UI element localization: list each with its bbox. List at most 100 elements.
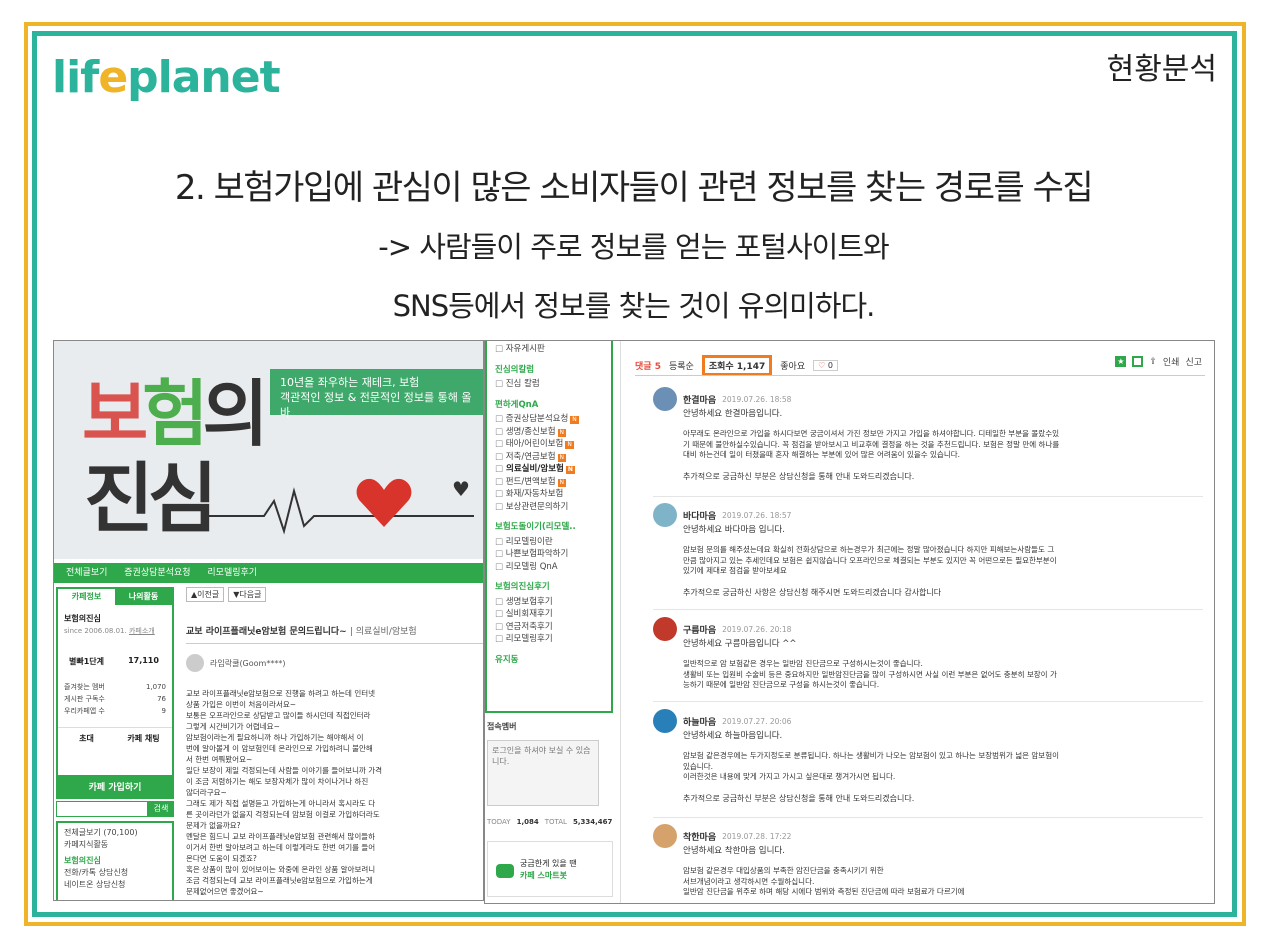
cafe-side-menu: 자유게시판 진심의칼럼 진심 칼럼 편하게QnA 증권상담분석요청N 생명/종신… (485, 341, 613, 713)
cafe-menu: 전체글보기 (70,100) 카페지식활동 보험의진심 전화/카톡 상담신청 네… (56, 821, 174, 900)
menu-section-title: 편하게QnA (495, 399, 539, 410)
menu-item[interactable]: 보상관련문의하기 (495, 501, 603, 514)
cafe-post-screenshot: 보험의 진심 10년을 좌우하는 재테크, 보험 객관적인 정보 & 전문적인 … (53, 340, 484, 901)
cafe-nav: 전체글보기 증권상담분석요청 리모델링후기 (54, 563, 483, 583)
report-link[interactable]: 신고 (1185, 355, 1202, 368)
section-label: 현황분석 (1106, 52, 1217, 87)
menu-item[interactable]: 리모델링이란 (495, 536, 603, 549)
banner-title-bottom: 진심 (84, 454, 218, 543)
menu-section-title: 보험의진심후기 (495, 582, 550, 592)
menu-item-all[interactable]: 전체글보기 (70,100) (64, 827, 166, 839)
avatar[interactable] (653, 617, 677, 641)
heart-icon (356, 478, 412, 527)
headline: 2. 보험가입에 관심이 많은 소비자들이 관련 정보를 찾는 경로를 수집 (174, 168, 1094, 208)
star-icon[interactable]: ★ (1115, 356, 1127, 367)
like-label[interactable]: 좋아요 (780, 359, 805, 372)
menu-item[interactable]: 진심 칼럼 (495, 378, 603, 391)
online-members-panel: 접속멤버 로그인을 하셔야 보실 수 있습니다. TODAY 1,084 TOTA… (487, 721, 613, 835)
sort-dropdown[interactable]: 등록순 (669, 359, 694, 372)
cafe-banner: 보험의 진심 10년을 좌우하는 재테크, 보험 객관적인 정보 & 전문적인 … (54, 341, 483, 559)
menu-item-nateon[interactable]: 네이트온 상담신청 (64, 879, 166, 891)
menu-item[interactable]: 리모델링 QnA (495, 561, 603, 574)
menu-item[interactable]: 펀드/변액보험N (495, 476, 603, 489)
smartbot-banner[interactable]: 궁금한게 있을 땐 카페 스마트봇 (487, 841, 613, 897)
cafe-name: 보험의진심 (64, 614, 101, 623)
menu-item[interactable]: 연금저축후기 (495, 621, 603, 634)
post-body: 교보 라이프플래닛e암보험으로 진행을 하려고 하는데 인터넷 상품 가입은 이… (186, 689, 383, 896)
visitor-counts: TODAY 1,084 TOTAL 5,334,467 (487, 818, 613, 826)
search-button[interactable]: 검색 (148, 801, 174, 817)
menu-item-knowledge[interactable]: 카페지식활동 (64, 839, 166, 851)
divider (653, 817, 1203, 818)
invite-button[interactable]: 초대 (58, 728, 115, 750)
ecg-line-icon (204, 487, 474, 535)
comment: 구름마음 2019.07.26. 20:18 안녕하세요 구름마음입니다 ^^ 일… (653, 617, 1203, 691)
post-area: ▲이전글 ▼다음글 교보 라이프플래닛e암보험 문의드립니다~ | 의료실비/암… (186, 587, 483, 900)
prev-post-button[interactable]: ▲이전글 (186, 587, 225, 602)
comment: 착한마음 2019.07.28. 17:22 안녕하세요 착한마음 입니다. 암보… (653, 824, 1203, 898)
menu-section-title: 진심의칼럼 (495, 364, 535, 375)
online-members-title: 접속멤버 (487, 722, 517, 731)
bookmark-icon[interactable] (1132, 356, 1144, 367)
cafe-search: 검색 (56, 801, 174, 817)
menu-section-title: 보험도돌이기(리모델.. (495, 522, 576, 532)
menu-item-free-board[interactable]: 자유게시판 (495, 343, 603, 356)
menu-item[interactable]: 화재/자동차보험 (495, 488, 603, 501)
comment-count[interactable]: 댓글 5 (635, 359, 661, 372)
view-count: 조회수 1,147 (701, 354, 773, 376)
menu-section-title[interactable]: 유지동 (495, 654, 603, 667)
avatar[interactable] (653, 503, 677, 527)
tab-my-activity[interactable]: 나의활동 (115, 589, 172, 605)
print-link[interactable]: 인쇄 (1163, 355, 1180, 368)
menu-item[interactable]: 나쁜보험파악하기 (495, 548, 603, 561)
post-title: 교보 라이프플래닛e암보험 문의드립니다~ | 의료실비/암보험 (186, 624, 483, 644)
subheadline-1: -> 사람들이 주로 정보를 얻는 포털사이트와 (378, 230, 889, 264)
cafe-members[interactable]: 17,110 (115, 656, 172, 667)
login-required-message: 로그인을 하셔야 보실 수 있습니다. (487, 740, 599, 806)
banner-tagline: 10년을 좌우하는 재테크, 보험 객관적인 정보 & 전문적인 정보를 통해 … (270, 369, 483, 419)
nav-analysis-request[interactable]: 증권상담분석요청 (124, 568, 190, 578)
robot-icon (496, 864, 514, 878)
search-input[interactable] (56, 801, 148, 817)
join-cafe-button[interactable]: 카페 가입하기 (56, 777, 174, 799)
divider (635, 375, 1205, 376)
menu-section-title: 보험의진심 (64, 856, 101, 865)
cafe-info-panel: 카페정보 나의활동 보험의진심 since 2006.08.01. 카페소개 별… (56, 587, 174, 777)
cafe-level: 별빠1단계 (68, 657, 104, 666)
menu-item[interactable]: 태아/어린이보험N (495, 438, 603, 451)
like-button[interactable]: ♡ 0 (813, 359, 838, 371)
menu-item[interactable]: 증권상담분석요청N (495, 413, 603, 426)
cafe-chat-button[interactable]: 카페 채팅 (115, 728, 172, 750)
menu-item[interactable]: 저축/연금보험N (495, 451, 603, 464)
avatar[interactable] (653, 387, 677, 411)
share-icon[interactable]: ⇪ (1149, 357, 1157, 367)
cafe-intro-link[interactable]: 카페소개 (129, 627, 155, 635)
list-item: 게시판 구독수 76 (64, 695, 166, 703)
menu-item[interactable]: 생명보험후기 (495, 596, 603, 609)
lifeplanet-logo: lifeplanet (52, 52, 281, 103)
cafe-since: since 2006.08.01. 카페소개 (64, 627, 155, 635)
post-author: 라임락쿨(Goom****) (186, 654, 483, 672)
comment: 한결마음 2019.07.26. 18:58 안녕하세요 한결마음입니다. 아무래… (653, 387, 1203, 482)
tab-cafe-info[interactable]: 카페정보 (58, 589, 115, 605)
menu-item-selected[interactable]: 의료실비/암보험N (495, 463, 603, 476)
nav-remodel-review[interactable]: 리모델링후기 (207, 568, 257, 578)
subheadline-2: SNS등에서 정보를 찾는 것이 유의미하다. (392, 289, 876, 323)
next-post-button[interactable]: ▼다음글 (228, 587, 267, 602)
divider (653, 609, 1203, 610)
divider (620, 341, 621, 903)
nav-all-posts[interactable]: 전체글보기 (66, 568, 107, 578)
menu-item-phone[interactable]: 전화/카톡 상담신청 (64, 867, 166, 879)
post-actions: ★ ⇪ 인쇄 신고 (1115, 355, 1202, 368)
divider (653, 496, 1203, 497)
menu-item[interactable]: 생명/종신보험N (495, 426, 603, 439)
menu-item[interactable]: 실비회재후기 (495, 608, 603, 621)
divider (653, 701, 1203, 702)
avatar[interactable] (653, 709, 677, 733)
avatar[interactable] (653, 824, 677, 848)
heart-icon: ♡ (818, 360, 826, 370)
cafe-comments-screenshot: 자유게시판 진심의칼럼 진심 칼럼 편하게QnA 증권상담분석요청N 생명/종신… (484, 340, 1215, 904)
menu-item[interactable]: 리모델링후기 (495, 633, 603, 646)
avatar (186, 654, 204, 672)
list-item: 우리카페앱 수9 (64, 707, 166, 715)
